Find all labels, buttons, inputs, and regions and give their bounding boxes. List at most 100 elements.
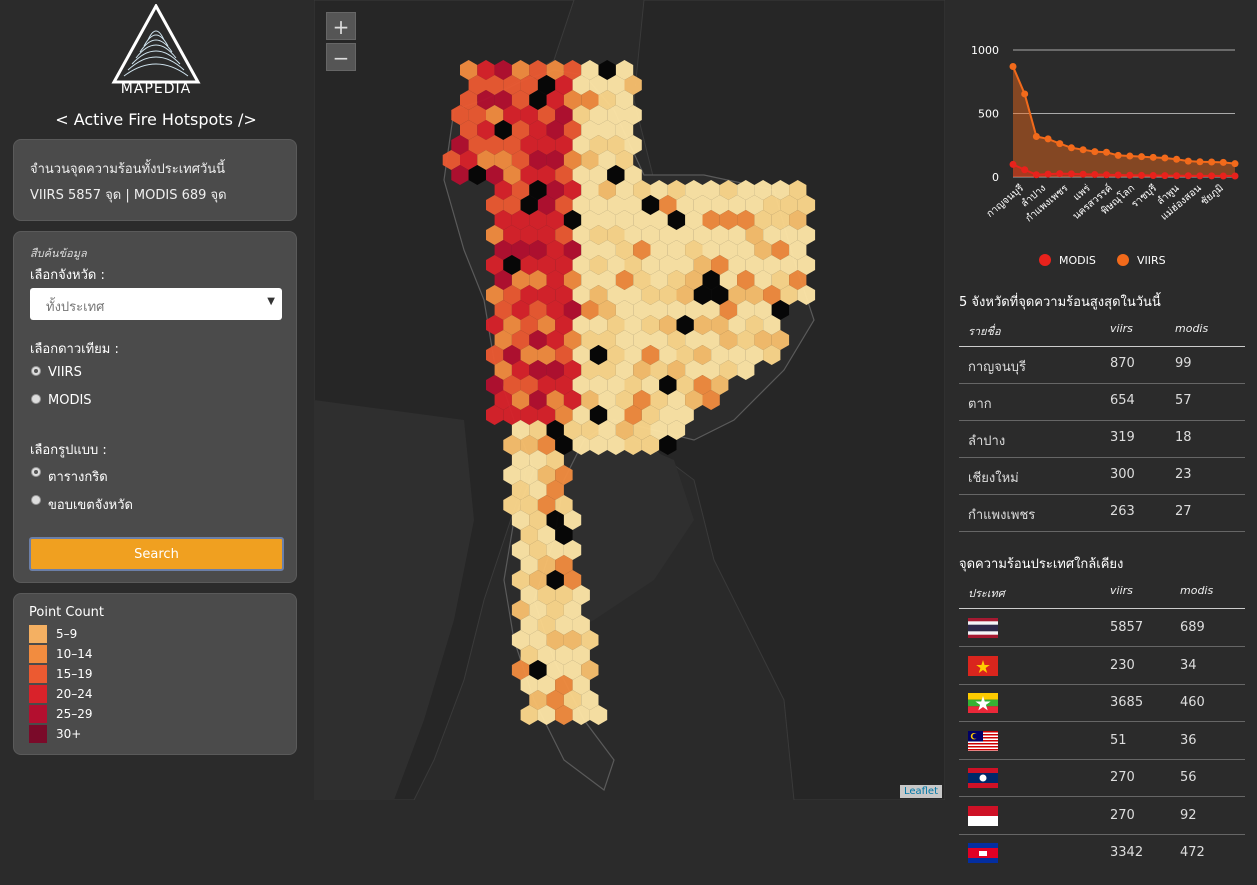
hotspot-map[interactable]: + − Leaflet [314,0,945,800]
legend-swatch [29,685,47,703]
data-point-modis [1173,172,1181,180]
neighbor-viirs-value: 51 [1110,732,1127,748]
top5-title: 5 จังหวัดที่จุดความร้อนสูงสุดในวันนี้ [959,295,1161,310]
data-point-viirs [1032,132,1040,140]
neighbors-header-divider [959,608,1245,609]
data-point-modis [1126,171,1134,179]
stats-panel: 0 500 1000 กาญจนบุรี ลำปาง กำแพงเพชร แพร่ นครสว… [945,0,1257,885]
data-point-modis [1032,171,1040,179]
row-divider [959,457,1245,458]
x-tick-label: ราชบุรี [1129,182,1160,211]
legend-label: 30+ [56,727,82,741]
search-caption: สืบค้นข้อมูล [30,247,87,260]
province-select-value: ทั้งประเทศ [46,300,105,315]
data-point-modis [1231,172,1239,180]
legend-title: Point Count [29,605,105,620]
indonesia-flag-icon [968,805,998,826]
data-point-viirs [1079,146,1087,154]
data-point-modis [1079,170,1087,178]
brand-name: MAPEDIA [120,81,192,97]
radio-modis[interactable] [31,394,41,404]
data-point-viirs [1102,148,1110,156]
top5-header-divider [959,346,1245,347]
data-point-modis [1208,172,1216,180]
top5-province-name: กำแพงเพชร [968,508,1036,523]
data-point-viirs [1208,158,1216,166]
province-select[interactable]: ทั้งประเทศ ▼ [30,288,282,320]
legend-swatch [29,645,47,663]
neighbor-modis-value: 34 [1180,657,1197,673]
legend-swatch [29,625,47,643]
radio-grid[interactable] [31,467,41,477]
row-divider [959,494,1245,495]
row-divider [959,420,1245,421]
dropdown-arrow-icon: ▼ [267,296,275,307]
neighbors-title: จุดความร้อนประเทศใกล้เคียง [959,557,1124,572]
neighbor-modis-value: 36 [1180,732,1197,748]
neighbor-viirs-value: 270 [1110,807,1135,823]
thailand-flag-icon [968,618,998,638]
data-point-viirs [1196,158,1204,166]
malaysia-flag-icon [968,730,998,751]
data-point-modis [1102,171,1110,179]
satellite-label: เลือกดาวเทียม : [30,342,119,357]
data-point-modis [1219,172,1227,180]
top5-viirs-value: 300 [1110,467,1135,482]
legend-label: 15–19 [56,667,93,681]
top5-header-name: รายชื่อ [968,325,1001,338]
zoom-in-button[interactable]: + [326,12,356,40]
zoom-out-button[interactable]: − [326,43,356,71]
neighbor-modis-value: 56 [1180,770,1197,785]
top5-viirs-value: 319 [1110,430,1135,445]
legend-label: 20–24 [56,687,93,701]
data-point-viirs [1138,153,1146,161]
row-divider [959,683,1245,685]
top5-province-name: กาญจนบุรี [968,360,1026,375]
province-label: เลือกจังหวัด : [30,268,105,283]
radio-province-boundary-label[interactable]: ขอบเขตจังหวัด [48,494,133,515]
summary-line2: VIIRS 5857 จุด | MODIS 689 จุด [30,188,227,203]
map-canvas[interactable] [314,0,945,800]
radio-viirs[interactable] [31,366,41,376]
search-button[interactable]: Search [29,537,284,571]
row-divider [959,531,1245,532]
data-point-viirs [1184,157,1192,165]
data-point-modis [1056,170,1064,178]
neighbor-viirs-value: 230 [1110,657,1135,673]
data-point-viirs [1067,144,1075,152]
legend-swatch [29,665,47,683]
cambodia-flag-icon [968,843,998,863]
vietnam-flag-icon [968,655,998,676]
data-point-modis [1161,172,1169,180]
data-point-modis [1149,171,1157,179]
leaflet-attribution-link[interactable]: Leaflet [899,785,942,798]
data-point-viirs [1231,160,1239,168]
legend-panel: Point Count 5–9 10–14 15–19 20–24 25–29 30+ [13,593,297,755]
data-point-modis [1021,166,1029,174]
top5-header-modis: modis [1175,322,1209,335]
neighbors-header-viirs: viirs [1110,584,1133,597]
data-point-modis [1114,171,1122,179]
data-point-modis [1067,170,1075,178]
data-point-viirs [1009,63,1017,71]
radio-grid-label[interactable]: ตารางกริด [48,466,108,487]
top5-modis-value: 18 [1175,430,1192,445]
style-label: เลือกรูปแบบ : [30,443,107,458]
row-divider [959,833,1245,835]
top5-province-name: ตาก [968,397,992,412]
data-point-viirs [1149,153,1157,161]
data-point-viirs [1219,158,1227,166]
neighbor-viirs-value: 270 [1110,770,1135,785]
y-tick-label: 1000 [971,44,999,57]
legend-label: 10–14 [56,647,93,661]
legend-swatch [29,705,47,723]
data-point-modis [1044,170,1052,178]
app-title: < Active Fire Hotspots /> [55,110,257,129]
legend-label-modis: MODIS [1059,254,1096,267]
radio-viirs-label[interactable]: VIIRS [48,365,82,380]
radio-province-boundary[interactable] [31,495,41,505]
radio-modis-label[interactable]: MODIS [48,393,92,408]
neighbor-modis-value: 472 [1180,845,1205,860]
legend-label: 25–29 [56,707,93,721]
data-point-viirs [1161,154,1169,162]
